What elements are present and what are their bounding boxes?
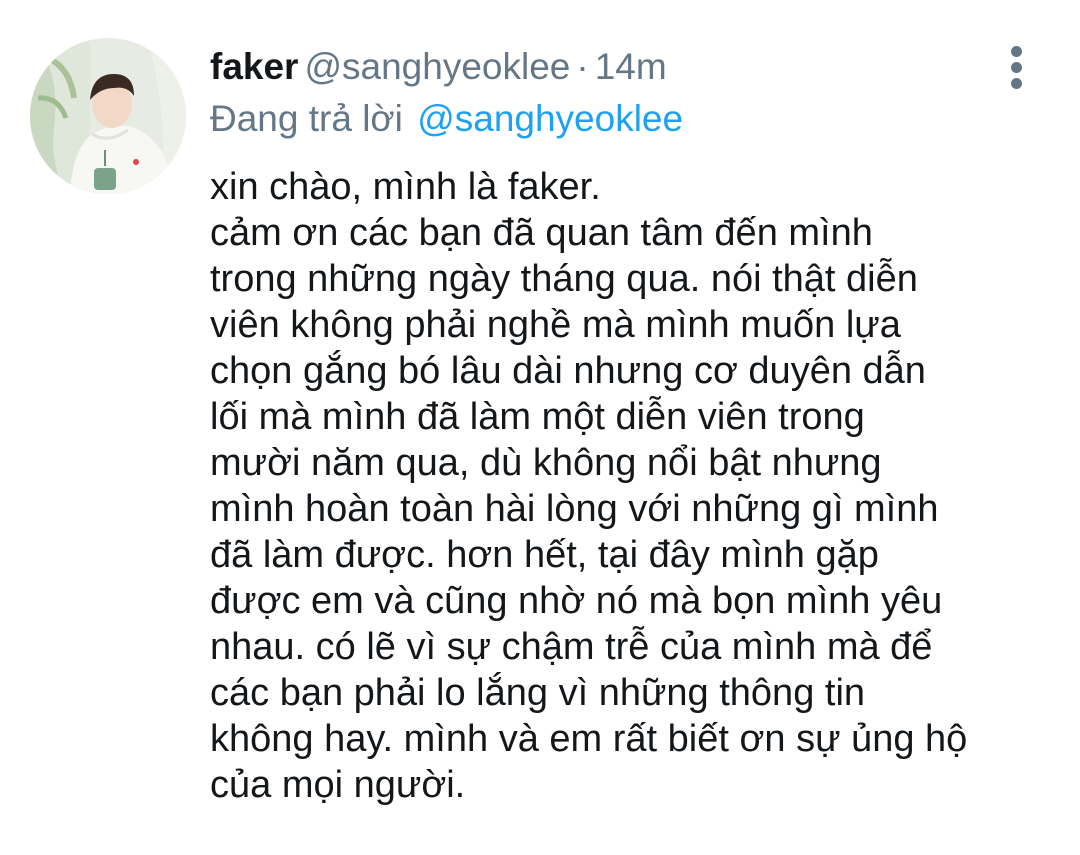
tweet-text-line: mình hoàn toàn hài lòng với những gì mìn… <box>210 488 939 530</box>
tweet-text-line: đã làm được. hơn hết, tại đây mình gặp <box>210 534 879 576</box>
more-vertical-icon <box>1011 62 1022 73</box>
tweet-text: xin chào, mình là faker. cảm ơn các bạn … <box>210 164 1050 808</box>
tweet-text-line: nhau. có lẽ vì sự chậm trễ của mình mà đ… <box>210 626 933 668</box>
reply-prefix: Đang trả lời <box>210 98 403 139</box>
tweet-header: faker @sanghyeoklee · 14m <box>210 44 667 90</box>
more-vertical-icon <box>1011 78 1022 89</box>
reply-context: Đang trả lời @sanghyeoklee <box>210 96 683 142</box>
tweet-text-line: của mọi người. <box>210 764 466 806</box>
timestamp[interactable]: 14m <box>595 46 667 87</box>
separator-dot: · <box>576 46 589 87</box>
tweet-text-line: cảm ơn các bạn đã quan tâm đến mình <box>210 212 873 254</box>
tweet-text-line: mười năm qua, dù không nổi bật nhưng <box>210 442 882 484</box>
tweet-text-line: được em và cũng nhờ nó mà bọn mình yêu <box>210 580 943 622</box>
tweet-text-line: viên không phải nghề mà mình muốn lựa <box>210 304 901 346</box>
tweet-text-line: lối mà mình đã làm một diễn viên trong <box>210 396 865 438</box>
avatar[interactable] <box>30 38 186 194</box>
tweet-text-line: trong những ngày tháng qua. nói thật diễ… <box>210 258 918 300</box>
more-vertical-icon <box>1011 46 1022 57</box>
tweet-text-line: chọn gắng bó lâu dài nhưng cơ duyên dẫn <box>210 350 926 392</box>
reply-handle-link[interactable]: @sanghyeoklee <box>417 98 683 139</box>
tweet[interactable]: faker @sanghyeoklee · 14m Đang trả lời @san… <box>0 0 1080 855</box>
more-options-button[interactable] <box>996 42 1038 90</box>
tweet-text-line: xin chào, mình là faker. <box>210 166 601 208</box>
author-handle[interactable]: @sanghyeoklee <box>304 46 570 87</box>
tweet-text-line: không hay. mình và em rất biết ơn sự ủng… <box>210 718 968 760</box>
avatar-photo <box>30 38 186 194</box>
display-name[interactable]: faker <box>210 46 298 87</box>
tweet-text-line: các bạn phải lo lắng vì những thông tin <box>210 672 866 714</box>
